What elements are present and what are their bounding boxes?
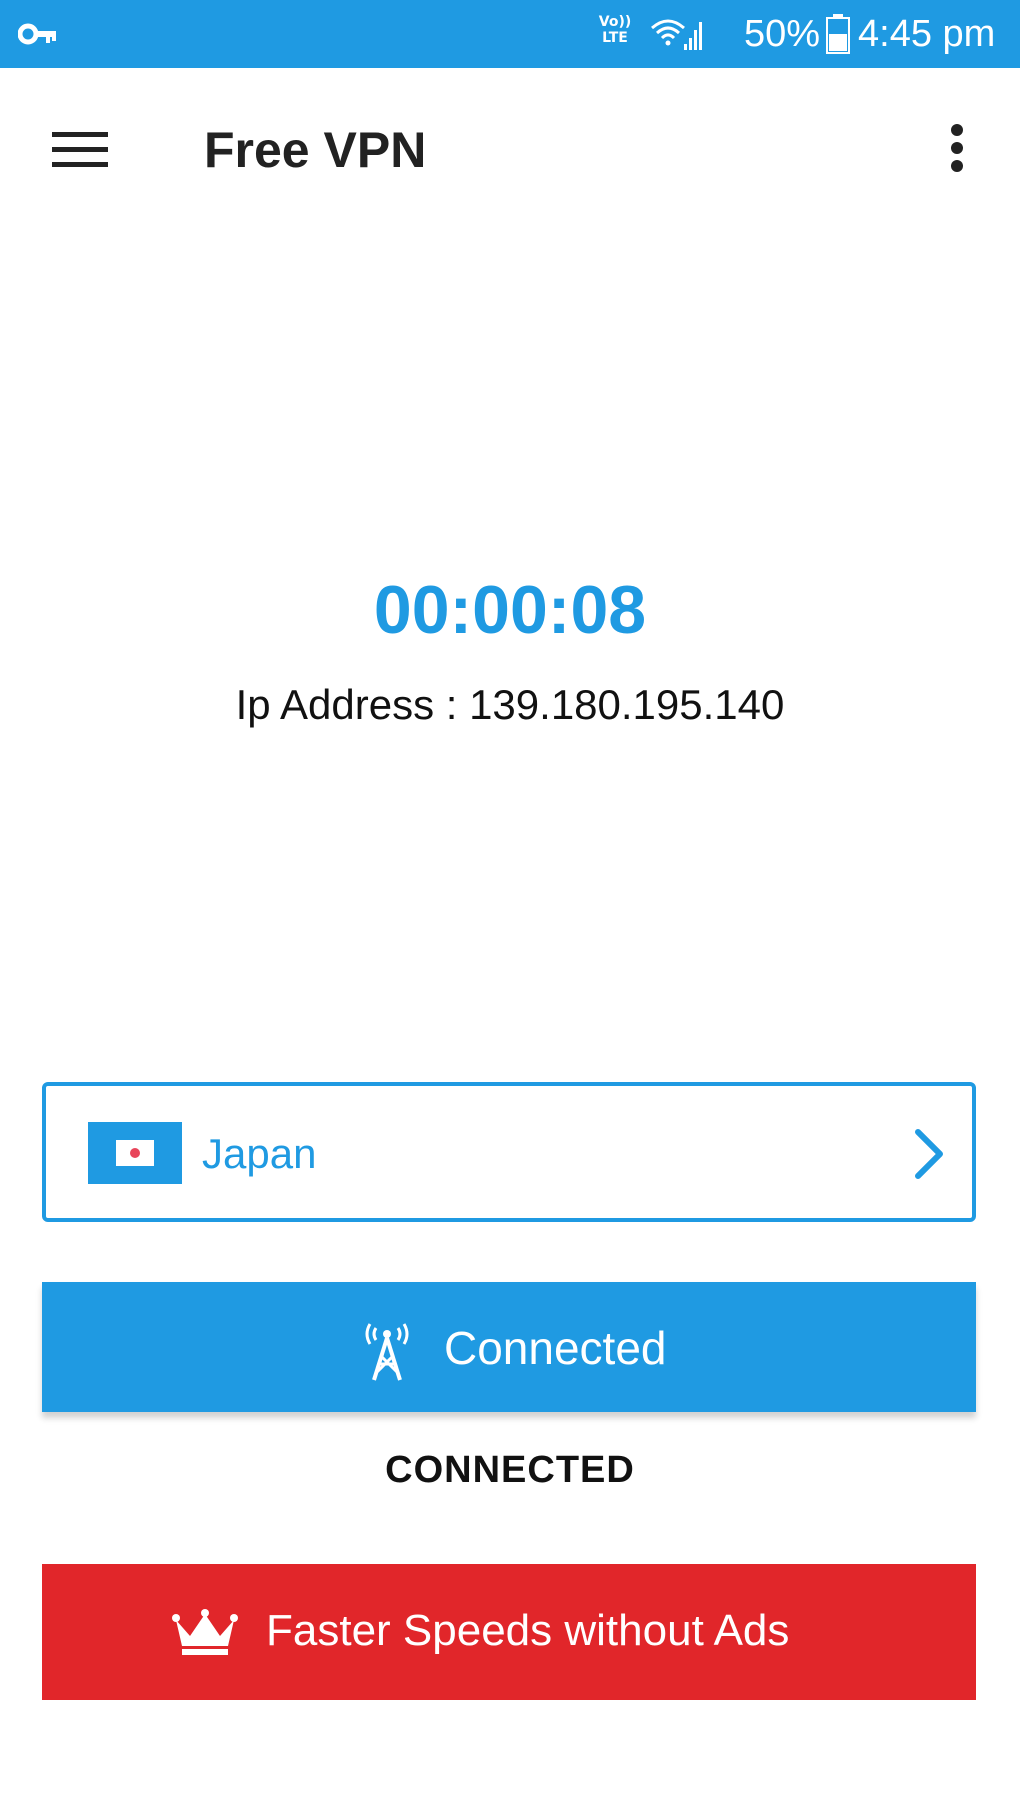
battery-percentage: 50%	[744, 13, 821, 55]
japan-flag-icon	[88, 1122, 182, 1184]
ip-address: Ip Address : 139.180.195.140	[235, 681, 785, 728]
status-bar: Vo)) LTE 50% 4:45 pm	[0, 0, 1020, 68]
more-options-button[interactable]	[936, 114, 978, 186]
connection-timer: 00:00:08	[373, 572, 647, 648]
country-selector[interactable]: Japan	[42, 1082, 976, 1222]
signal-tower-icon	[365, 1323, 409, 1381]
app-title: Free VPN	[204, 122, 427, 178]
crown-icon	[172, 1609, 238, 1655]
clock: 4:45 pm	[858, 13, 996, 55]
more-vert-icon	[951, 124, 963, 172]
connect-button-label: Connected	[444, 1322, 667, 1374]
chevron-right-icon	[915, 1129, 943, 1179]
volte-indicator: Vo)) LTE	[598, 14, 632, 46]
connection-status: CONNECTED	[385, 1449, 635, 1491]
hamburger-menu-icon	[52, 132, 108, 167]
connect-button[interactable]: Connected	[42, 1282, 976, 1412]
country-name: Japan	[202, 1130, 317, 1177]
premium-upgrade-button[interactable]: Faster Speeds without Ads	[42, 1564, 976, 1700]
wifi-signal-icon	[651, 19, 702, 50]
hamburger-menu-button[interactable]	[40, 118, 120, 182]
battery-icon	[826, 14, 850, 54]
premium-button-label: Faster Speeds without Ads	[266, 1606, 790, 1655]
vpn-key-icon	[18, 23, 56, 45]
